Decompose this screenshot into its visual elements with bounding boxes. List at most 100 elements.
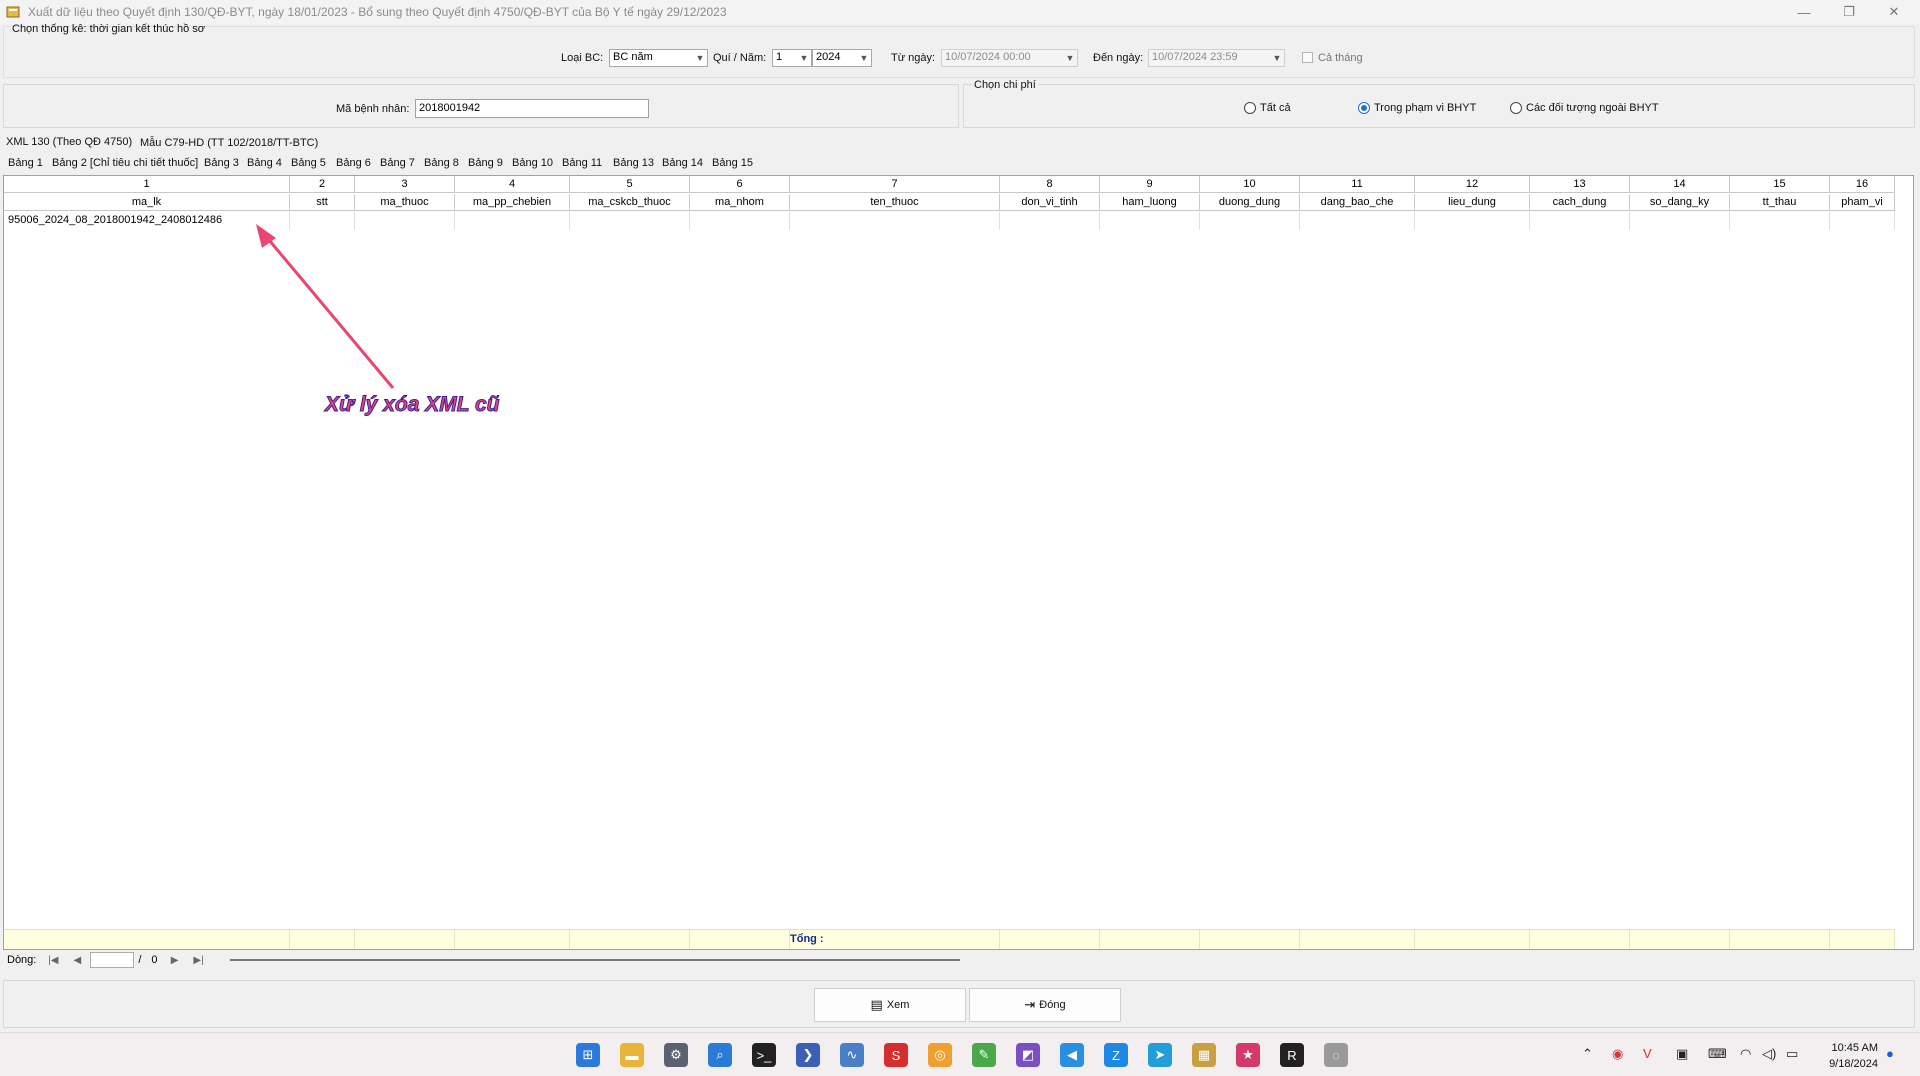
tab-xml130[interactable]: XML 130 (Theo QĐ 4750)	[6, 136, 132, 148]
app-dark-icon[interactable]: R	[1280, 1043, 1304, 1067]
subtab-3[interactable]: Bảng 3	[204, 157, 239, 169]
subtab-11[interactable]: Bảng 11	[562, 157, 602, 169]
app-extra-icon[interactable]: ◌	[1324, 1043, 1348, 1067]
column-header-stt: stt	[290, 194, 355, 211]
vivaldi-tray-icon[interactable]: V	[1643, 1046, 1652, 1061]
table-cell	[1530, 212, 1630, 230]
prev-row-button[interactable]: ◀	[68, 955, 86, 966]
column-header-row: ma_lk stt ma_thuoc ma_pp_chebien ma_cskcb_th…	[4, 194, 1895, 211]
subtab-2[interactable]: Bảng 2 [Chỉ tiêu chi tiết thuốc]	[52, 157, 198, 169]
close-window-button[interactable]: ✕	[1874, 0, 1914, 24]
column-header-ham-luong: ham_luong	[1100, 194, 1200, 211]
column-header-ma-lk: ma_lk	[4, 194, 290, 211]
zalo-icon[interactable]: Z	[1104, 1043, 1128, 1067]
visual-studio-icon[interactable]: ◩	[1016, 1043, 1040, 1067]
tab-c79hd[interactable]: Mẫu C79-HD (TT 102/2018/TT-BTC)	[140, 137, 318, 149]
table-cell	[790, 212, 1000, 230]
row-label: Dòng:	[7, 954, 37, 966]
column-number-7: 7	[790, 176, 1000, 193]
keyboard-icon[interactable]: ⌨	[1708, 1046, 1727, 1062]
cost-all-radio[interactable]	[1244, 102, 1256, 114]
row-total: 0	[151, 954, 158, 966]
volume-icon[interactable]: ◁)	[1762, 1046, 1776, 1062]
subtab-14[interactable]: Bảng 15	[712, 157, 753, 169]
table-cell	[1730, 212, 1830, 230]
total-cell	[1200, 930, 1300, 949]
windows-start-icon[interactable]: ⊞	[576, 1043, 600, 1067]
total-cell	[1300, 930, 1415, 949]
column-header-ma-nhom: ma_nhom	[690, 194, 790, 211]
subtab-4[interactable]: Bảng 4	[247, 157, 282, 169]
total-row: Tổng :	[4, 929, 1895, 949]
from-date-picker[interactable]: 10/07/2024 00:00 ▼	[941, 49, 1078, 67]
horizontal-scrollbar[interactable]	[229, 959, 960, 961]
chevron-up-icon[interactable]: ⌃	[1582, 1046, 1593, 1062]
subtab-7[interactable]: Bảng 7	[380, 157, 415, 169]
subtab-1[interactable]: Bảng 1	[8, 157, 43, 169]
search-app-icon[interactable]: ⌕	[708, 1043, 732, 1067]
filter-group-label: Chọn thống kê: thời gian kết thúc hồ sơ	[12, 23, 205, 35]
notification-bell-icon[interactable]: ●	[1886, 1046, 1894, 1061]
row-index-input[interactable]	[90, 952, 135, 968]
total-cell	[290, 930, 355, 949]
subtab-12[interactable]: Bảng 13	[613, 157, 654, 169]
battery-saver-icon[interactable]: ▣	[1676, 1046, 1688, 1062]
total-cell	[690, 930, 790, 949]
patient-id-input[interactable]: 2018001942	[415, 99, 649, 118]
cost-group-label: Chọn chi phí	[972, 79, 1038, 91]
subtab-5[interactable]: Bảng 5	[291, 157, 326, 169]
quarter-select[interactable]: 1 ▼	[772, 49, 812, 67]
clock[interactable]: 10:45 AM 9/18/2024	[1829, 1040, 1878, 1072]
column-number-2: 2	[290, 176, 355, 193]
restore-button[interactable]: ❐	[1829, 0, 1869, 24]
sql-app-icon[interactable]: S	[884, 1043, 908, 1067]
app-archive-icon[interactable]: ▦	[1192, 1043, 1216, 1067]
app-star-icon[interactable]: ★	[1236, 1043, 1260, 1067]
file-explorer-icon[interactable]: ▬	[620, 1043, 644, 1067]
report-type-select[interactable]: BC năm ▼	[609, 49, 708, 67]
vscode-icon[interactable]: ◀	[1060, 1043, 1084, 1067]
battery-icon[interactable]: ▭	[1786, 1046, 1798, 1062]
subtab-6[interactable]: Bảng 6	[336, 157, 371, 169]
whole-month-checkbox[interactable]	[1302, 52, 1313, 63]
close-button[interactable]: ⇥ Đóng	[969, 988, 1121, 1022]
chrome-tray-icon[interactable]: ◉	[1612, 1046, 1623, 1062]
column-number-row: 1 2 3 4 5 6 7 8 9 10 11 12 13 14 15 16	[4, 176, 1895, 193]
table-cell	[1200, 212, 1300, 230]
table-cell	[1830, 212, 1895, 230]
cost-bhyt-radio[interactable]	[1358, 102, 1370, 114]
notepad-icon[interactable]: ✎	[972, 1043, 996, 1067]
cost-non-bhyt-radio[interactable]	[1510, 102, 1522, 114]
clock-time: 10:45 AM	[1831, 1042, 1878, 1054]
chrome-canary-icon[interactable]: ◎	[928, 1043, 952, 1067]
subtab-9[interactable]: Bảng 9	[468, 157, 503, 169]
last-row-button[interactable]: ▶|	[190, 955, 208, 966]
next-row-button[interactable]: ▶	[166, 955, 184, 966]
year-select[interactable]: 2024 ▼	[812, 49, 872, 67]
powershell-icon[interactable]: ❯	[796, 1043, 820, 1067]
total-cell	[1830, 930, 1895, 949]
total-cell	[455, 930, 570, 949]
table-cell	[1100, 212, 1200, 230]
subtab-8[interactable]: Bảng 8	[424, 157, 459, 169]
column-header-duong-dung: duong_dung	[1200, 194, 1300, 211]
first-row-button[interactable]: |◀	[44, 955, 62, 966]
column-header-dang-bao-che: dang_bao_che	[1300, 194, 1415, 211]
view-button[interactable]: ▤ Xem	[814, 988, 966, 1022]
chevron-down-icon: ▼	[799, 53, 809, 63]
table-cell	[690, 212, 790, 230]
view-icon: ▤	[870, 997, 883, 1012]
telegram-icon[interactable]: ➤	[1148, 1043, 1172, 1067]
total-cell	[1000, 930, 1100, 949]
performance-monitor-icon[interactable]: ∿	[840, 1043, 864, 1067]
to-date-picker[interactable]: 10/07/2024 23:59 ▼	[1148, 49, 1285, 67]
wifi-icon[interactable]: ◠	[1740, 1046, 1751, 1062]
settings-icon[interactable]: ⚙	[664, 1043, 688, 1067]
terminal-icon[interactable]: >_	[752, 1043, 776, 1067]
column-header-ma-cskcb-thuoc: ma_cskcb_thuoc	[570, 194, 690, 211]
subtab-13[interactable]: Bảng 14	[662, 157, 703, 169]
subtab-10[interactable]: Bảng 10	[512, 157, 553, 169]
minimize-button[interactable]: —	[1784, 0, 1824, 24]
column-header-tt-thau: tt_thau	[1730, 194, 1830, 211]
column-number-6: 6	[690, 176, 790, 193]
